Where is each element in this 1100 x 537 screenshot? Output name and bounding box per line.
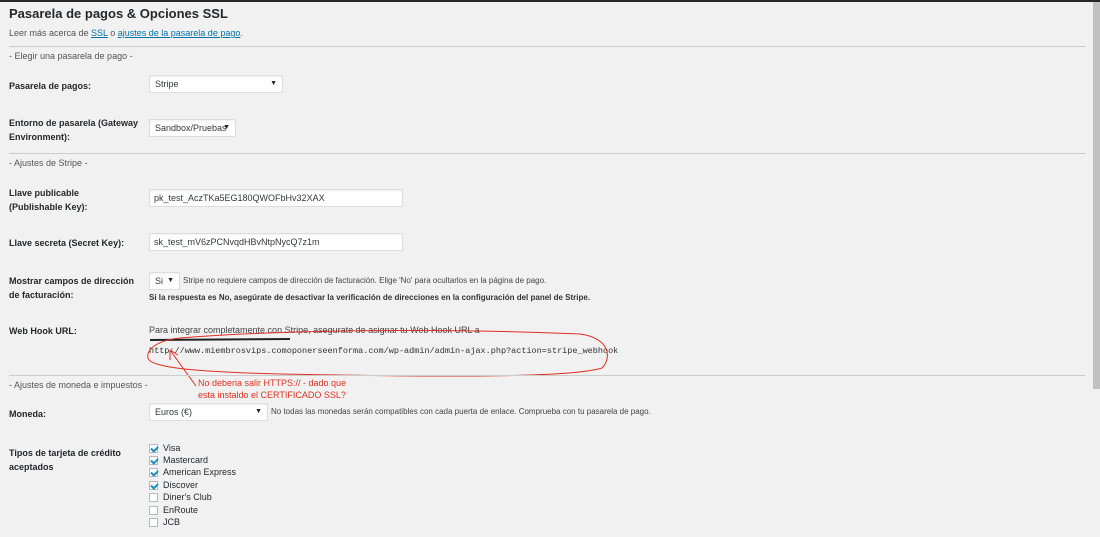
billing-select[interactable]: Si ▼ xyxy=(149,272,180,290)
checkbox-discover[interactable] xyxy=(149,481,158,490)
card-label-jcb: JCB xyxy=(163,517,181,527)
card-label-enroute: EnRoute xyxy=(163,505,199,515)
page-title: Pasarela de pagos & Opciones SSL xyxy=(9,6,228,21)
environment-label: Entorno de pasarela (Gateway Environment… xyxy=(9,118,139,142)
currency-note: No todas las monedas serán compatibles c… xyxy=(271,407,651,416)
chevron-down-icon: ▼ xyxy=(167,277,174,284)
card-label-visa: Visa xyxy=(163,443,181,453)
checkbox-jcb[interactable] xyxy=(149,518,158,527)
currency-select-value: Euros (€) xyxy=(155,407,193,417)
billing-warning: Si la respuesta es No, asegúrate de desa… xyxy=(149,293,591,302)
ssl-link[interactable]: SSL xyxy=(91,28,108,38)
checkbox-american-express[interactable] xyxy=(149,468,158,477)
chevron-down-icon: ▼ xyxy=(255,408,262,415)
card-label-diners-club: Diner's Club xyxy=(163,492,212,502)
billing-label: Mostrar campos de dirección de facturaci… xyxy=(9,276,135,300)
intro-prefix: Leer más acerca de xyxy=(9,28,92,38)
card-label-mastercard: Mastercard xyxy=(163,455,209,465)
gateway-select-value: Stripe xyxy=(155,79,179,89)
intro-text: Leer más acerca de SSL o ajustes de la p… xyxy=(9,28,243,38)
publishable-key-input[interactable]: pk_test_AczTKa5EG180QWOFbHv32XAX xyxy=(149,189,403,207)
section-choose-gateway: - Elegir una pasarela de pago - xyxy=(9,46,1085,61)
checkbox-mastercard[interactable] xyxy=(149,456,158,465)
environment-select-value: Sandbox/Pruebas xyxy=(155,123,227,133)
checkbox-visa[interactable] xyxy=(149,444,158,453)
section-currency-tax-label: - Ajustes de moneda e impuestos - xyxy=(9,380,148,390)
checkbox-enroute[interactable] xyxy=(149,506,158,515)
secret-key-input[interactable]: sk_test_mV6zPCNvqdHBvNtpNycQ7z1m xyxy=(149,233,403,251)
currency-label: Moneda: xyxy=(9,409,46,419)
chevron-down-icon: ▼ xyxy=(223,124,230,131)
gateway-settings-link[interactable]: ajustes de la pasarela de pago xyxy=(118,28,241,38)
card-label-american-express: American Express xyxy=(163,467,237,477)
section-stripe-settings: - Ajustes de Stripe - xyxy=(9,153,1085,168)
checkbox-diners-club[interactable] xyxy=(149,493,158,502)
gateway-label: Pasarela de pagos: xyxy=(9,81,92,91)
gateway-select[interactable]: Stripe ▼ xyxy=(149,75,283,93)
annotation-line-2: esta instaldo el CERTIFICADO SSL? xyxy=(198,390,346,400)
chevron-down-icon: ▼ xyxy=(270,80,277,87)
environment-select[interactable]: Sandbox/Pruebas ▼ xyxy=(149,119,236,137)
card-label-discover: Discover xyxy=(163,480,199,490)
cards-label: Tipos de tarjeta de crédito aceptados xyxy=(9,448,121,472)
webhook-label: Web Hook URL: xyxy=(9,326,77,336)
billing-note: Stripe no requiere campos de dirección d… xyxy=(183,276,547,285)
secret-key-label: Llave secreta (Secret Key): xyxy=(9,238,125,248)
billing-select-value: Si xyxy=(155,276,164,286)
publishable-key-label: Llave publicable (Publishable Key): xyxy=(9,188,88,212)
intro-mid: o xyxy=(107,28,118,38)
currency-select[interactable]: Euros (€) ▼ xyxy=(149,403,268,421)
top-bar xyxy=(0,0,1100,2)
scrollbar[interactable] xyxy=(1093,2,1100,389)
section-currency-tax: - Ajustes de moneda e impuestos - xyxy=(9,375,1085,390)
intro-suffix: . xyxy=(240,28,243,38)
